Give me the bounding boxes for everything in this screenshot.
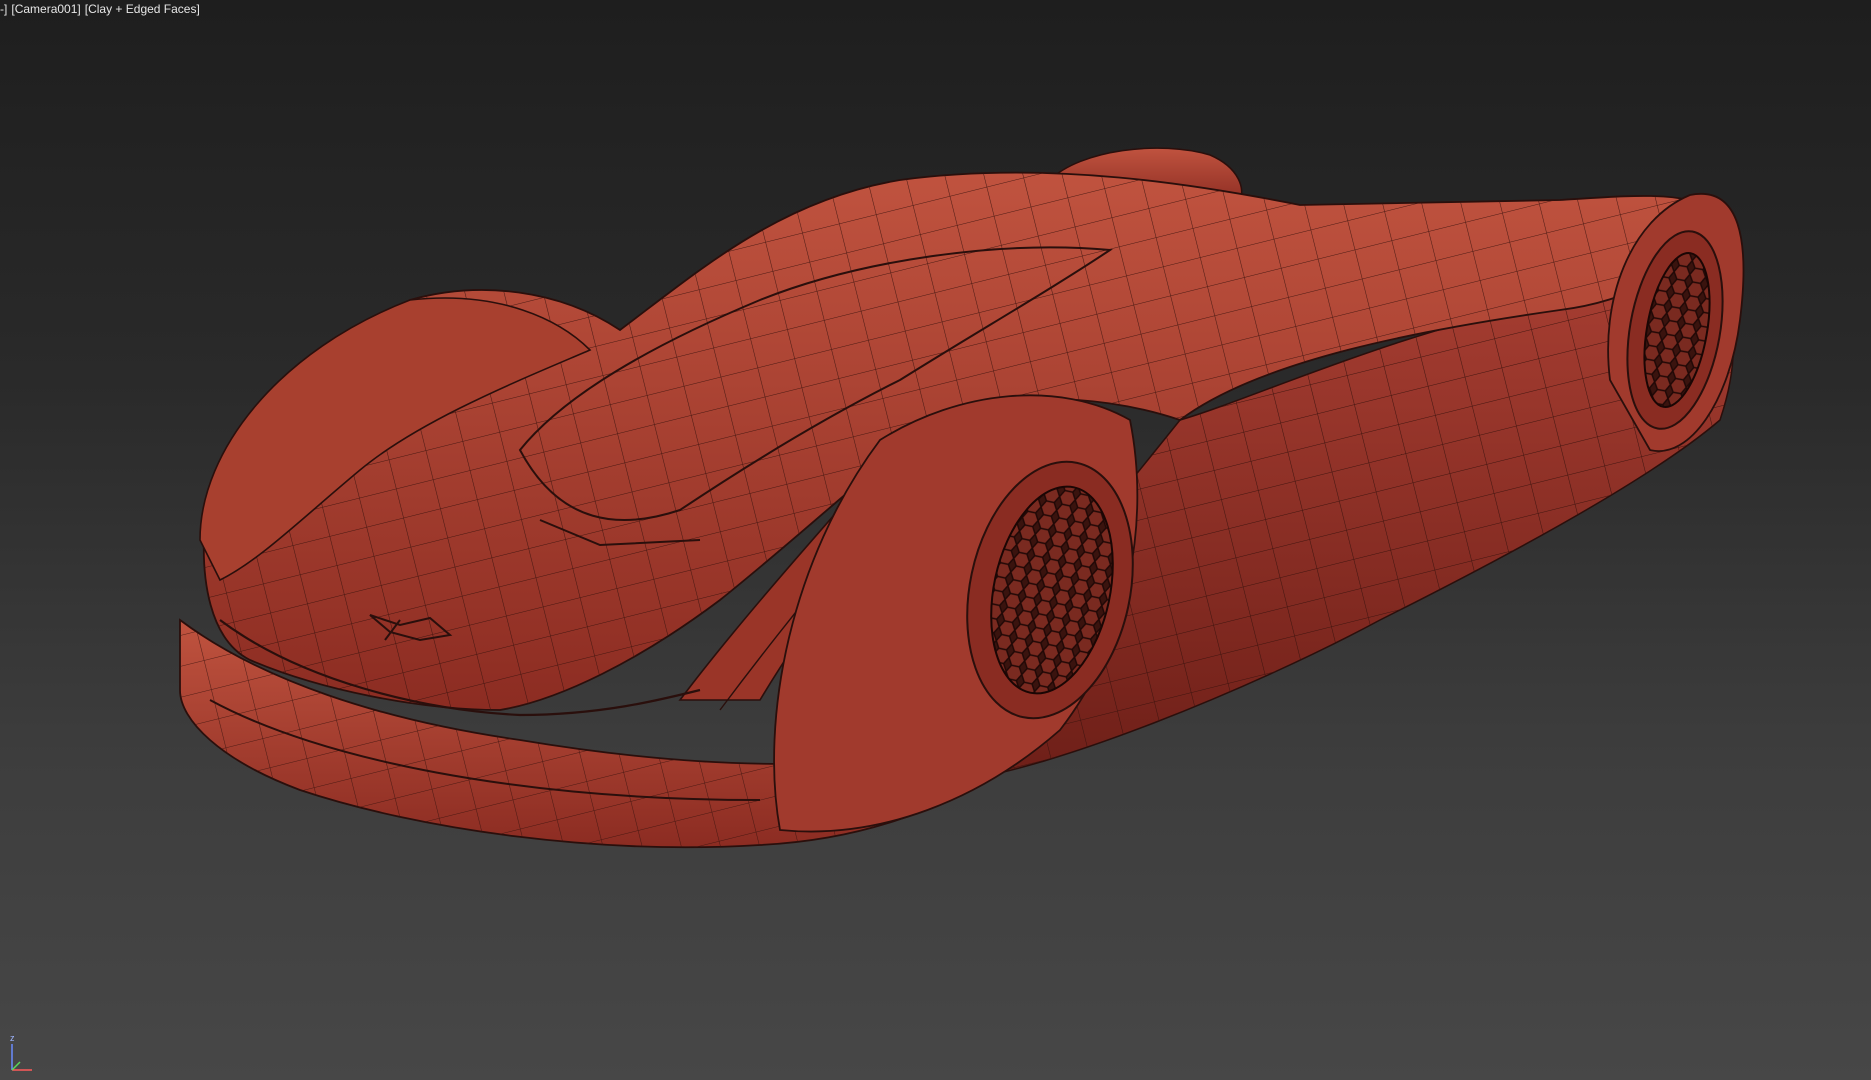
axis-gizmo-icon: z [10, 1033, 32, 1071]
car-model[interactable] [0, 0, 1871, 1080]
axis-z-label: z [10, 1033, 15, 1043]
viewport[interactable]: -] [Camera001] [Clay + Edged Faces] z [0, 0, 1871, 1080]
